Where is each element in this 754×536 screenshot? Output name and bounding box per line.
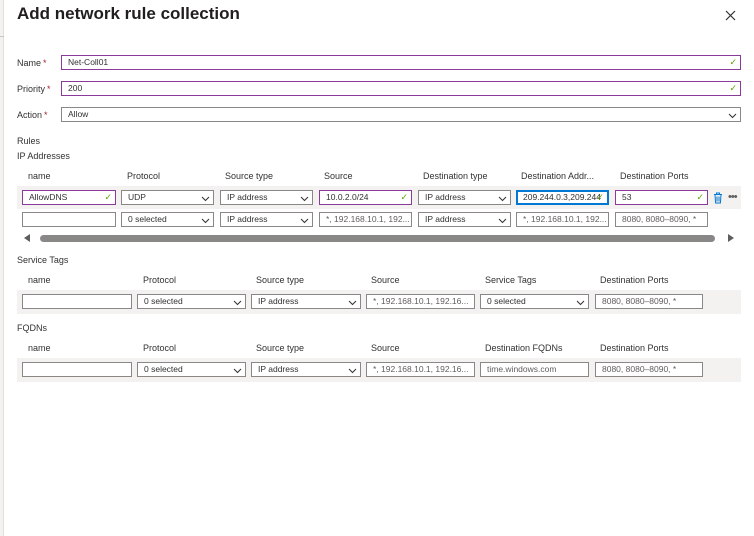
scroll-left-icon[interactable] — [24, 234, 30, 242]
left-edge-divider — [0, 0, 4, 536]
col-protocol: Protocol — [143, 275, 177, 285]
action-select[interactable]: Allow — [61, 107, 741, 122]
fqdn-name-input[interactable] — [22, 362, 132, 377]
priority-label: Priority * — [17, 84, 51, 94]
col-destination-ports: Destination Ports — [600, 343, 669, 353]
col-source-type: Source type — [256, 275, 305, 285]
checkmark-icon: ✓ — [596, 192, 604, 202]
chevron-down-icon — [201, 218, 210, 224]
source-input[interactable]: *, 192.168.10.1, 192.16... — [366, 362, 475, 377]
name-label: Name * — [17, 58, 47, 68]
close-icon — [725, 10, 735, 20]
col-destination-address: Destination Addr... — [521, 171, 595, 181]
protocol-select[interactable]: 0 selected — [137, 362, 246, 377]
rule-name-input[interactable] — [22, 212, 116, 227]
col-source: Source — [371, 275, 400, 285]
protocol-select[interactable]: 0 selected — [121, 212, 214, 227]
scroll-right-icon[interactable] — [728, 234, 734, 242]
col-name: name — [28, 171, 51, 181]
chevron-down-icon — [233, 300, 242, 306]
destination-type-select[interactable]: IP address — [418, 212, 511, 227]
close-button[interactable] — [721, 6, 739, 24]
chevron-down-icon — [498, 218, 507, 224]
source-input[interactable]: *, 192.168.10.1, 192... — [319, 212, 412, 227]
chevron-down-icon — [498, 196, 507, 202]
destination-ports-input[interactable]: 8080, 8080–8090, * — [615, 212, 708, 227]
chevron-down-icon — [300, 218, 309, 224]
horizontal-scrollbar[interactable] — [22, 233, 738, 243]
source-type-select[interactable]: IP address — [220, 190, 313, 205]
protocol-select[interactable]: 0 selected — [137, 294, 246, 309]
fqdns-heading: FQDNs — [17, 323, 47, 333]
checkmark-icon: ✓ — [729, 83, 737, 93]
destination-ports-input[interactable]: 8080, 8080–8090, * — [595, 362, 703, 377]
ip-addresses-heading: IP Addresses — [17, 151, 70, 161]
rules-heading: Rules — [17, 136, 41, 146]
service-tags-heading: Service Tags — [17, 255, 69, 265]
service-tag-name-input[interactable] — [22, 294, 132, 309]
col-protocol: Protocol — [127, 171, 161, 181]
col-protocol: Protocol — [143, 343, 177, 353]
priority-input[interactable]: 200 ✓ — [61, 81, 741, 96]
scrollbar-thumb[interactable] — [40, 235, 715, 242]
source-input[interactable]: *, 192.168.10.1, 192.16... — [366, 294, 475, 309]
chevron-down-icon — [348, 368, 357, 374]
protocol-select[interactable]: UDP — [121, 190, 214, 205]
col-destination-fqdns: Destination FQDNs — [485, 343, 563, 353]
col-service-tags: Service Tags — [485, 275, 537, 285]
col-destination-ports: Destination Ports — [600, 275, 669, 285]
trash-icon[interactable] — [713, 192, 723, 204]
checkmark-icon: ✓ — [104, 192, 112, 202]
checkmark-icon: ✓ — [696, 192, 704, 202]
source-type-select[interactable]: IP address — [251, 362, 361, 377]
chevron-down-icon — [300, 196, 309, 202]
destination-ports-input[interactable]: 8080, 8080–8090, * — [595, 294, 703, 309]
col-source: Source — [371, 343, 400, 353]
destination-fqdns-input[interactable]: time.windows.com — [480, 362, 589, 377]
rule-name-input[interactable]: AllowDNS ✓ — [22, 190, 116, 205]
name-input[interactable]: Net-Coll01 ✓ — [61, 55, 741, 70]
chevron-down-icon — [348, 300, 357, 306]
action-label: Action * — [17, 110, 48, 120]
chevron-down-icon — [728, 113, 737, 119]
checkmark-icon: ✓ — [400, 192, 408, 202]
checkmark-icon: ✓ — [729, 57, 737, 67]
source-type-select[interactable]: IP address — [251, 294, 361, 309]
chevron-down-icon — [576, 300, 585, 306]
col-name: name — [28, 343, 51, 353]
destination-address-input[interactable]: 209.244.0.3,209.244 ✓ — [516, 190, 609, 205]
col-destination-ports: Destination Ports — [620, 171, 689, 181]
col-destination-type: Destination type — [423, 171, 488, 181]
destination-type-select[interactable]: IP address — [418, 190, 511, 205]
more-icon[interactable]: ••• — [728, 191, 738, 203]
chevron-down-icon — [201, 196, 210, 202]
source-type-select[interactable]: IP address — [220, 212, 313, 227]
destination-ports-input[interactable]: 53 ✓ — [615, 190, 708, 205]
col-name: name — [28, 275, 51, 285]
col-source-type: Source type — [225, 171, 274, 181]
service-tags-select[interactable]: 0 selected — [480, 294, 589, 309]
source-input[interactable]: 10.0.2.0/24 ✓ — [319, 190, 412, 205]
panel-title: Add network rule collection — [17, 4, 240, 23]
col-source-type: Source type — [256, 343, 305, 353]
chevron-down-icon — [233, 368, 242, 374]
col-source: Source — [324, 171, 353, 181]
destination-address-input[interactable]: *, 192.168.10.1, 192... — [516, 212, 609, 227]
